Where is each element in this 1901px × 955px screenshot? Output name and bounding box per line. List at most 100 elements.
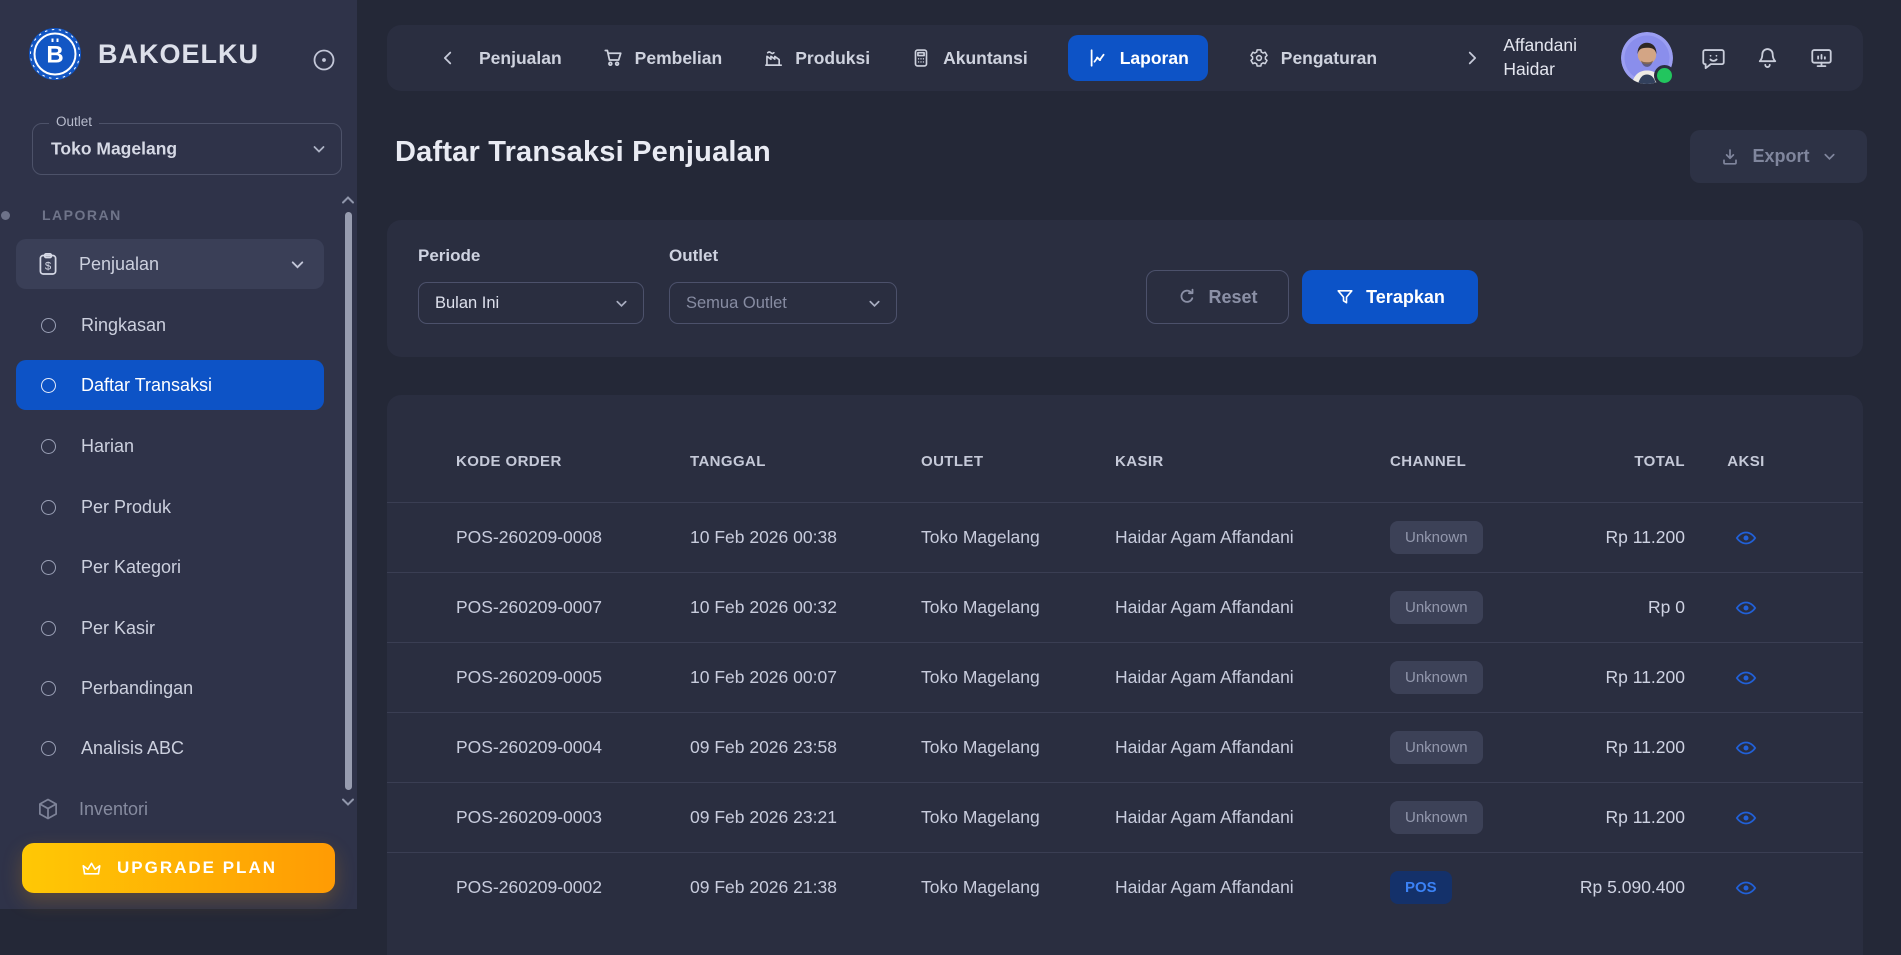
avatar[interactable]: [1621, 32, 1675, 86]
table-row: POS-260209-0002 09 Feb 2026 21:38 Toko M…: [387, 852, 1863, 922]
sidebar-item-ringkasan[interactable]: Ringkasan: [16, 300, 324, 350]
user-menu[interactable]: Affandani Haidar: [1503, 34, 1577, 81]
circle-bullet-icon: [41, 620, 56, 636]
circle-bullet-icon: [41, 317, 56, 333]
sidebar-item-label: Inventori: [79, 798, 149, 819]
sidebar-item-daftar-transaksi[interactable]: Daftar Transaksi: [16, 360, 324, 410]
cell-total: Rp 0: [1648, 597, 1685, 617]
nav-item-pembelian[interactable]: Pembelian: [602, 47, 722, 69]
circle-bullet-icon: [41, 559, 56, 575]
sidebar-item-label: Harian: [81, 435, 135, 456]
sidebar-item-per-produk[interactable]: Per Produk: [16, 482, 324, 532]
view-detail-eye-icon[interactable]: [1734, 736, 1758, 760]
upgrade-plan-button[interactable]: UPGRADE PLAN: [22, 843, 335, 893]
cell-outlet: Toko Magelang: [921, 737, 1040, 757]
col-tanggal: TANGGAL: [690, 453, 766, 470]
cell-total: Rp 11.200: [1605, 737, 1685, 757]
outlet-selector[interactable]: Outlet Toko Magelang: [32, 114, 342, 175]
channel-badge: Unknown: [1390, 801, 1483, 834]
nav-item-laporan[interactable]: Laporan: [1067, 35, 1208, 81]
view-detail-eye-icon[interactable]: [1734, 596, 1758, 620]
sidebar-item-label: Ringkasan: [81, 314, 167, 335]
col-aksi: AKSI: [1727, 453, 1765, 470]
sidebar-item-inventori[interactable]: Inventori: [16, 784, 324, 834]
nav-item-label: Akuntansi: [943, 47, 1028, 68]
cart-icon: [602, 47, 624, 69]
user-first-name: Affandani: [1503, 35, 1577, 56]
channel-badge: Unknown: [1390, 521, 1483, 554]
sidebar-scrollbar-thumb[interactable]: [345, 212, 352, 790]
sidebar-item-perbandingan[interactable]: Perbandingan: [16, 663, 324, 713]
monitor-chart-icon[interactable]: [1808, 45, 1835, 72]
nav-item-penjualan[interactable]: Penjualan: [479, 48, 562, 69]
funnel-icon: [1335, 287, 1355, 307]
export-button[interactable]: Export: [1690, 130, 1867, 183]
sidebar-scroll-up-icon[interactable]: [339, 194, 357, 206]
col-kasir: KASIR: [1115, 453, 1164, 470]
col-channel: CHANNEL: [1390, 453, 1467, 470]
apply-filter-button[interactable]: Terapkan: [1302, 270, 1478, 324]
chevron-right-icon[interactable]: [1463, 49, 1481, 67]
top-navigation-bar: Penjualan Pembelian Produksi Akuntansi L…: [387, 25, 1863, 91]
nav-item-label: Laporan: [1119, 47, 1189, 68]
gear-icon: [1248, 47, 1270, 69]
cell-outlet: Toko Magelang: [921, 527, 1040, 547]
nav-item-produksi[interactable]: Produksi: [762, 47, 870, 69]
cell-outlet: Toko Magelang: [921, 807, 1040, 827]
view-detail-eye-icon[interactable]: [1734, 876, 1758, 900]
circle-bullet-icon: [41, 680, 56, 696]
cell-tanggal: 09 Feb 2026 23:21: [690, 807, 837, 827]
col-kode-order: KODE ORDER: [456, 453, 562, 470]
sidebar-item-per-kasir[interactable]: Per Kasir: [16, 603, 324, 653]
sidebar-item-label: Per Kasir: [81, 617, 156, 638]
sidebar-item-label: Perbandingan: [81, 677, 194, 698]
cell-tanggal: 09 Feb 2026 21:38: [690, 877, 837, 897]
cell-kasir: Haidar Agam Affandani: [1115, 667, 1294, 687]
sidebar-item-harian[interactable]: Harian: [16, 421, 324, 471]
outlet-select[interactable]: Semua Outlet: [669, 282, 897, 324]
sidebar-item-label: Analisis ABC: [81, 737, 185, 758]
brand-name: BAKOELKU: [98, 38, 259, 69]
channel-badge: Unknown: [1390, 731, 1483, 764]
periode-select[interactable]: Bulan Ini: [418, 282, 644, 324]
view-detail-eye-icon[interactable]: [1734, 806, 1758, 830]
sidebar-section-laporan: LAPORAN: [42, 207, 122, 223]
sidebar-collapse-icon[interactable]: [311, 47, 337, 73]
sidebar-item-penjualan[interactable]: $ Penjualan: [16, 239, 324, 289]
view-detail-eye-icon[interactable]: [1734, 526, 1758, 550]
sidebar-scroll-down-icon[interactable]: [339, 796, 357, 808]
filter-card: Periode Bulan Ini Outlet Semua Outlet Re…: [387, 220, 1863, 357]
section-bullet: [1, 211, 10, 220]
nav-item-label: Penjualan: [479, 47, 562, 68]
outlet-filter-label: Outlet: [669, 246, 719, 265]
outlet-selector-value: Toko Magelang: [51, 138, 178, 159]
circle-bullet-icon: [41, 438, 56, 454]
sidebar: B BAKOELKU Outlet Toko Magelang LAPORAN …: [0, 0, 357, 909]
table-row: POS-260209-0003 09 Feb 2026 23:21 Toko M…: [387, 782, 1863, 852]
table-row: POS-260209-0008 10 Feb 2026 00:38 Toko M…: [387, 502, 1863, 572]
svg-text:$: $: [45, 260, 52, 272]
brand-logo-row: B BAKOELKU: [28, 27, 259, 81]
sidebar-item-analisis-abc[interactable]: Analisis ABC: [16, 723, 324, 773]
chevron-down-icon: [311, 141, 327, 157]
bell-icon[interactable]: [1754, 45, 1781, 72]
nav-item-akuntansi[interactable]: Akuntansi: [910, 47, 1028, 69]
view-detail-eye-icon[interactable]: [1734, 666, 1758, 690]
cell-total: Rp 5.090.400: [1579, 877, 1685, 897]
reset-button[interactable]: Reset: [1146, 270, 1289, 324]
periode-value: Bulan Ini: [435, 293, 500, 312]
table-header-row: KODE ORDER TANGGAL OUTLET KASIR CHANNEL …: [387, 395, 1863, 502]
sidebar-item-per-kategori[interactable]: Per Kategori: [16, 542, 324, 592]
cell-total: Rp 11.200: [1605, 667, 1685, 687]
online-status-dot: [1654, 65, 1675, 86]
calculator-icon: [910, 47, 932, 69]
cell-kasir: Haidar Agam Affandani: [1115, 527, 1294, 547]
circle-bullet-icon: [41, 499, 56, 515]
nav-item-label: Produksi: [795, 47, 871, 68]
cell-outlet: Toko Magelang: [921, 877, 1040, 897]
chat-icon[interactable]: [1700, 45, 1727, 72]
chevron-left-icon[interactable]: [439, 49, 457, 67]
cell-kasir: Haidar Agam Affandani: [1115, 737, 1294, 757]
brand-coin-icon: B: [29, 28, 81, 80]
nav-item-pengaturan[interactable]: Pengaturan: [1248, 47, 1377, 69]
